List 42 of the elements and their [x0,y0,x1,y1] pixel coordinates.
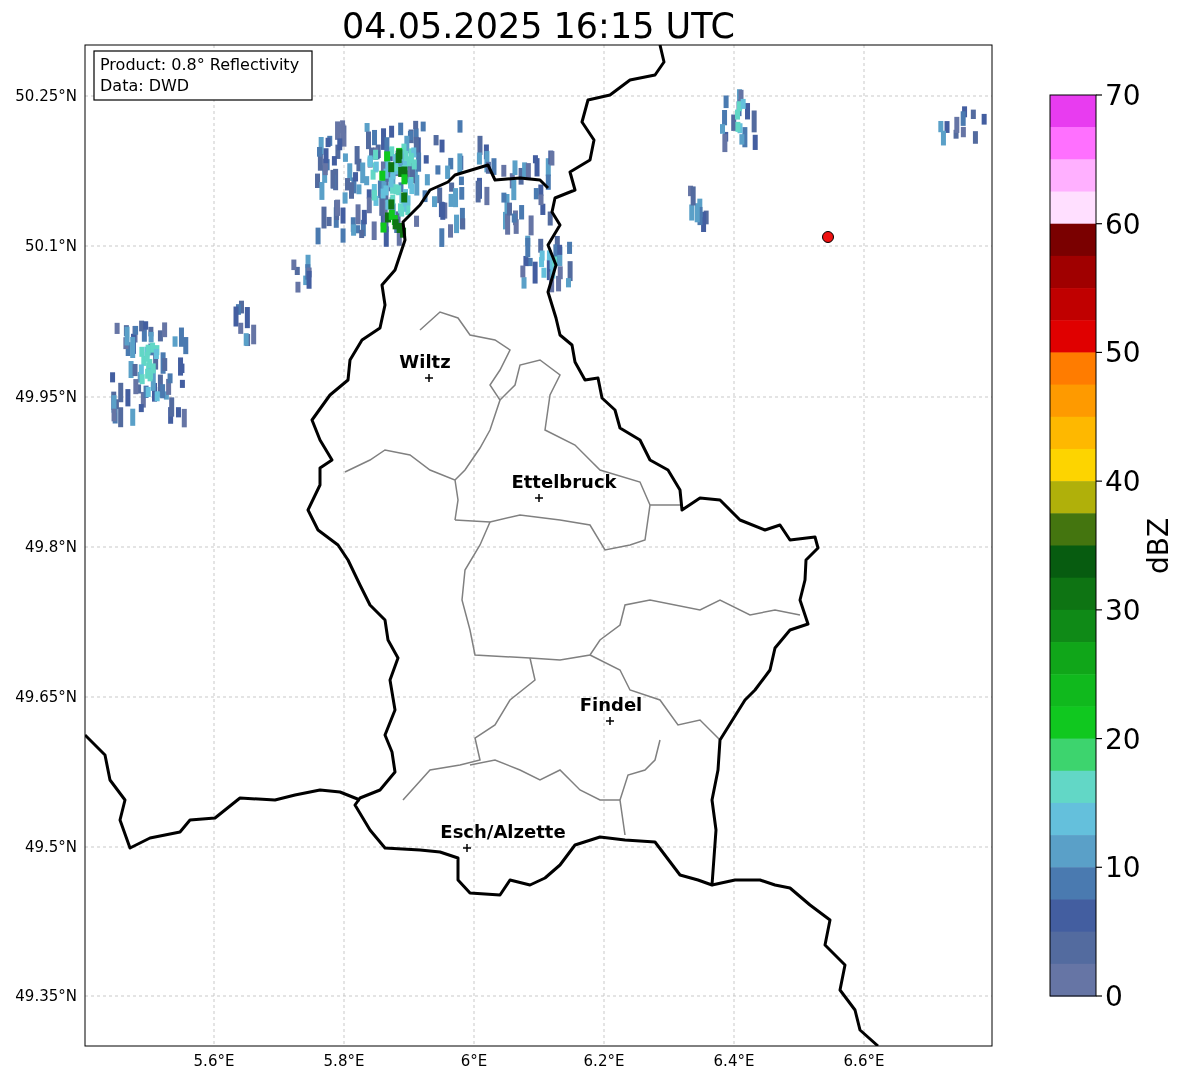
longitude-label: 6.4°E [713,1052,755,1070]
tick-mark [1095,866,1103,868]
colorbar-tick-label: 10 [1105,851,1141,885]
tick-mark [1095,94,1103,96]
tick-mark [1095,351,1103,354]
city-marker [424,373,434,383]
colorbar-tick-label: 50 [1105,336,1141,370]
city-marker [605,716,615,726]
latitude-label: 50.25°N [15,87,77,105]
tick-mark [1095,223,1103,225]
colorbar-label: dBZ [1142,517,1175,575]
longitude-label: 6.6°E [843,1052,885,1070]
latitude-label: 49.5°N [24,838,77,856]
longitude-label: 6°E [460,1052,488,1070]
latitude-label: 49.65°N [15,688,77,706]
colorbar-tick-label: 20 [1105,722,1141,756]
city-label: Findel [579,694,643,715]
latitude-label: 50.1°N [24,237,77,255]
latitude-label: 49.95°N [15,388,77,406]
info-text: Data: DWD [100,76,190,95]
longitude-label: 5.6°E [193,1052,235,1070]
tick-mark [1095,995,1103,997]
tick-mark [1095,480,1103,482]
latitude-label: 49.8°N [24,538,77,556]
colorbar-tick-label: 70 [1105,79,1141,112]
city-label: Wiltz [399,351,451,372]
chart-title: 04.05.2025 16:15 UTC [342,6,735,46]
longitude-label: 6.2°E [583,1052,625,1070]
city-label: Ettelbruck [511,471,617,492]
city-marker [462,843,472,853]
tick-mark [1095,737,1103,740]
colorbar-tick-label: 40 [1105,465,1141,499]
location-marker [822,231,834,243]
colorbar-tick-label: 60 [1105,207,1141,241]
tick-mark [1095,609,1103,611]
colorbar-tick-label: 30 [1105,593,1141,627]
latitude-label: 49.35°N [15,987,77,1005]
city-marker [534,493,544,503]
info-text: Product: 0.8° Reflectivity [100,55,300,74]
city-label: Esch/Alzette [440,821,566,842]
longitude-label: 5.8°E [323,1052,365,1070]
colorbar-tick-label: 0 [1105,980,1123,1013]
